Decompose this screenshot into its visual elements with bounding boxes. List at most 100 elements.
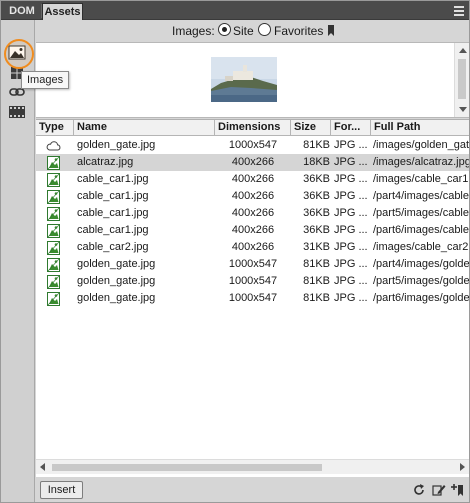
table-row[interactable]: alcatraz.jpg 400x266 18KB JPG ... /images/al… [36,154,469,171]
images-label: Images: [172,24,215,38]
cell-format: JPG ... [334,190,368,202]
column-header-name[interactable]: Name [74,120,215,136]
table-row[interactable]: golden_gate.jpg 1000x547 81KB JPG ... /part6… [36,290,469,307]
tab-assets[interactable]: Assets [42,3,83,20]
cell-dimensions: 1000x547 [228,258,278,270]
assets-table: Type Name Dimensions Size For... Full Pa… [36,119,469,477]
media-icon[interactable] [7,104,27,120]
cell-full-path: /images/alcatraz.jpg [373,156,469,168]
cell-type [41,273,67,290]
cell-type [41,154,67,171]
assets-bottom-bar: Insert [36,477,469,502]
cell-format: JPG ... [334,241,368,253]
tab-dom[interactable]: DOM [3,3,41,20]
column-header-dimensions[interactable]: Dimensions [215,120,291,136]
image-file-icon [47,190,60,204]
preview-thumbnail [211,57,277,102]
cell-type [41,222,67,239]
cell-size: 36KB [303,173,330,185]
cell-type [41,137,67,154]
image-file-icon [47,241,60,255]
cell-dimensions: 1000x547 [228,139,278,151]
panel-menu-icon[interactable] [453,4,465,16]
table-row[interactable]: cable_car1.jpg 400x266 36KB JPG ... /part6/i… [36,222,469,239]
column-header-format[interactable]: For... [331,120,371,136]
cell-size: 81KB [303,139,330,151]
scroll-right-icon[interactable] [460,463,465,471]
table-row[interactable]: golden_gate.jpg 1000x547 81KB JPG ... /image… [36,137,469,154]
table-row[interactable]: golden_gate.jpg 1000x547 81KB JPG ... /part4… [36,256,469,273]
cell-name: cable_car1.jpg [77,207,149,219]
column-header-full-path[interactable]: Full Path [371,120,469,136]
column-header-type[interactable]: Type [36,120,74,136]
cell-dimensions: 1000x547 [228,292,278,304]
cell-name: cable_car1.jpg [77,173,149,185]
column-header-size[interactable]: Size [291,120,331,136]
table-horizontal-scrollbar[interactable] [36,459,469,474]
cell-dimensions: 400x266 [231,224,275,236]
cell-type [41,205,67,222]
site-radio[interactable] [218,23,231,36]
image-file-icon [47,207,60,221]
cell-name: golden_gate.jpg [77,275,156,287]
cell-dimensions: 400x266 [231,207,275,219]
cell-size: 36KB [303,190,330,202]
cell-format: JPG ... [334,224,368,236]
image-file-icon [47,224,60,238]
cell-full-path: /part5/images/cable [373,207,469,219]
cell-full-path: /part6/images/cable [373,224,469,236]
scroll-down-icon[interactable] [459,107,467,112]
cloud-icon [46,141,61,151]
cell-dimensions: 400x266 [231,190,275,202]
highlight-circle [4,39,34,69]
cell-format: JPG ... [334,139,368,151]
cell-format: JPG ... [334,292,368,304]
cell-format: JPG ... [334,275,368,287]
cell-format: JPG ... [334,207,368,219]
cell-size: 81KB [303,258,330,270]
refresh-icon[interactable] [412,483,426,497]
cell-type [41,239,67,256]
image-file-icon [47,275,60,289]
cell-name: alcatraz.jpg [77,156,134,168]
scroll-left-icon[interactable] [40,463,45,471]
cell-type [41,188,67,205]
cell-full-path: /images/cable_car1. [373,173,469,185]
cell-name: golden_gate.jpg [77,139,156,151]
table-row[interactable]: cable_car1.jpg 400x266 36KB JPG ... /images/… [36,171,469,188]
add-to-favorites-icon[interactable] [450,483,464,497]
cell-full-path: /images/golden_gat [373,139,469,151]
table-row[interactable]: golden_gate.jpg 1000x547 81KB JPG ... /part5… [36,273,469,290]
cell-name: cable_car2.jpg [77,241,149,253]
favorites-radio-label[interactable]: Favorites [274,24,323,38]
preview-scroll-thumb[interactable] [458,59,466,99]
site-radio-label[interactable]: Site [233,24,254,38]
image-file-icon [47,156,60,170]
cell-name: golden_gate.jpg [77,292,156,304]
bookmark-icon[interactable] [328,25,334,36]
table-row[interactable]: cable_car1.jpg 400x266 36KB JPG ... /part5/i… [36,205,469,222]
cell-name: golden_gate.jpg [77,258,156,270]
cell-full-path: /part4/images/cable [373,190,469,202]
cell-size: 36KB [303,207,330,219]
cell-type [41,171,67,188]
cell-format: JPG ... [334,258,368,270]
favorites-radio[interactable] [258,23,271,36]
horizontal-scroll-thumb[interactable] [52,464,322,471]
edit-icon[interactable] [432,483,446,497]
image-preview [36,42,469,118]
table-body: golden_gate.jpg 1000x547 81KB JPG ... /image… [36,137,469,307]
tooltip: Images [21,71,70,89]
table-row[interactable]: cable_car1.jpg 400x266 36KB JPG ... /part4/i… [36,188,469,205]
cell-name: cable_car1.jpg [77,224,149,236]
cell-dimensions: 400x266 [231,156,275,168]
cell-format: JPG ... [334,156,368,168]
table-row[interactable]: cable_car2.jpg 400x266 31KB JPG ... /images/… [36,239,469,256]
insert-button[interactable]: Insert [40,481,83,499]
panel-tab-bar: DOM Assets [1,1,469,20]
cell-full-path: /part6/images/golde [373,292,469,304]
asset-category-toolbar [1,20,35,502]
preview-scrollbar[interactable] [454,43,469,117]
assets-panel: DOM Assets Images Images: Site Favorites… [0,0,470,503]
scroll-up-icon[interactable] [459,48,467,53]
